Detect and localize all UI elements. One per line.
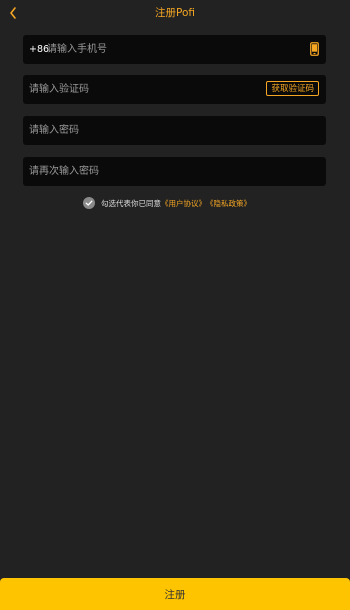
privacy-policy-link[interactable]: 《隐私政策》 bbox=[206, 198, 251, 209]
page-title: 注册Pofi bbox=[155, 7, 195, 19]
register-button[interactable]: 注册 bbox=[0, 578, 350, 610]
code-field: 获取验证码 bbox=[23, 75, 326, 104]
password-input[interactable] bbox=[29, 116, 319, 145]
phone-field: +86 bbox=[23, 35, 326, 64]
checkbox-checked-icon[interactable] bbox=[83, 197, 95, 209]
phone-icon bbox=[310, 42, 319, 56]
confirm-password-input[interactable] bbox=[29, 157, 319, 186]
get-code-button[interactable]: 获取验证码 bbox=[266, 81, 319, 96]
confirm-password-field bbox=[23, 157, 326, 186]
password-field bbox=[23, 116, 326, 145]
phone-input[interactable] bbox=[47, 35, 297, 64]
code-input[interactable] bbox=[29, 75, 249, 104]
user-agreement-link[interactable]: 《用户协议》 bbox=[161, 198, 206, 209]
agreement-text: 勾选代表你已同意 bbox=[101, 198, 161, 208]
header: 注册Pofi bbox=[0, 0, 350, 26]
agreement-row: 勾选代表你已同意 《用户协议》 《隐私政策》 bbox=[83, 196, 251, 210]
